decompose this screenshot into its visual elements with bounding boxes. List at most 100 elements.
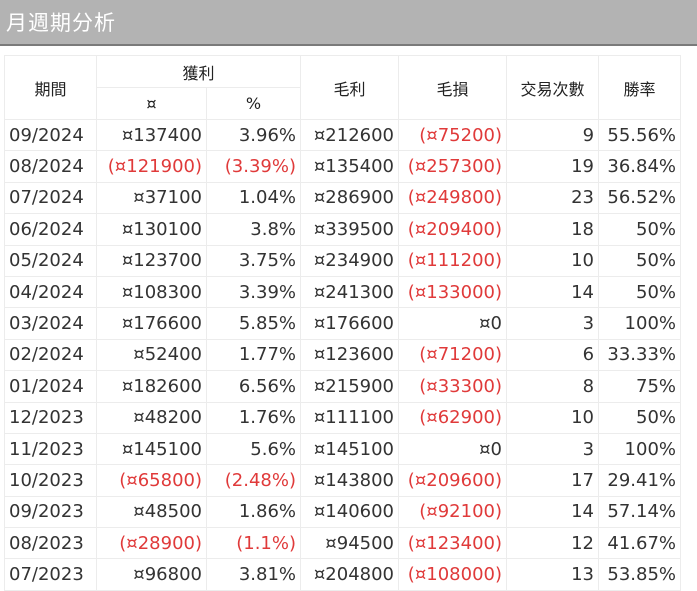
profit-pct-cell: 3.75%: [205, 244, 302, 277]
gross-profit-cell: ¤234900: [300, 244, 400, 277]
period-cell: 09/2023: [4, 495, 97, 529]
trades-cell: 17: [506, 464, 600, 497]
win-rate-cell: 57.14%: [598, 495, 682, 529]
gross-loss-cell: ¤0: [398, 432, 508, 466]
table-row: 02/2024 ¤52400 1.77% ¤123600 (¤71200) 6 33.33%: [4, 338, 682, 372]
table-row: 08/2024 (¤121900) (3.39%) ¤135400 (¤257300) 1…: [4, 150, 682, 183]
trades-cell: 8: [506, 370, 600, 403]
gross-loss-cell: (¤111200): [398, 244, 508, 277]
period-cell: 07/2024: [4, 181, 97, 215]
profit-pct-cell: (2.48%): [205, 464, 302, 497]
table-row: 04/2024 ¤108300 3.39% ¤241300 (¤133000) 14 50%: [4, 275, 682, 309]
header-period[interactable]: 期間: [4, 55, 97, 120]
profit-pct-cell: 3.81%: [205, 558, 302, 591]
period-cell: 11/2023: [4, 432, 97, 466]
profit-pct-cell: 3.8%: [205, 213, 302, 246]
profit-cell: ¤182600: [96, 370, 207, 403]
header-trades[interactable]: 交易次數: [506, 55, 600, 120]
profit-cell: ¤137400: [96, 118, 207, 152]
gross-profit-cell: ¤241300: [300, 275, 400, 309]
header-win-rate[interactable]: 勝率: [598, 55, 682, 120]
profit-cell: ¤52400: [96, 338, 207, 372]
table-row: 12/2023 ¤48200 1.76% ¤111100 (¤62900) 10 50%: [4, 401, 682, 434]
gross-profit-cell: ¤204800: [300, 558, 400, 591]
gross-loss-cell: (¤209600): [398, 464, 508, 497]
period-cell: 07/2023: [4, 558, 97, 591]
title-bar: 月週期分析: [0, 0, 697, 46]
trades-cell: 3: [506, 432, 600, 466]
profit-cell: (¤121900): [96, 150, 207, 183]
table-row: 06/2024 ¤130100 3.8% ¤339500 (¤209400) 18 50%: [4, 213, 682, 246]
table-row: 03/2024 ¤176600 5.85% ¤176600 ¤0 3 100%: [4, 307, 682, 340]
gross-profit-cell: ¤94500: [300, 527, 400, 560]
header-gross-loss[interactable]: 毛損: [398, 55, 508, 120]
gross-loss-cell: (¤108000): [398, 558, 508, 591]
period-cell: 04/2024: [4, 275, 97, 309]
header-profit: 獲利: [95, 55, 302, 88]
table-row: 11/2023 ¤145100 5.6% ¤145100 ¤0 3 100%: [4, 432, 682, 466]
win-rate-cell: 53.85%: [598, 558, 682, 591]
win-rate-cell: 50%: [598, 244, 682, 277]
profit-pct-cell: 1.76%: [205, 401, 302, 434]
trades-cell: 12: [506, 527, 600, 560]
gross-loss-cell: (¤133000): [398, 275, 508, 309]
gross-profit-cell: ¤143800: [300, 464, 400, 497]
period-cell: 03/2024: [4, 307, 97, 340]
period-cell: 01/2024: [4, 370, 97, 403]
gross-loss-cell: (¤92100): [398, 495, 508, 529]
win-rate-cell: 50%: [598, 213, 682, 246]
period-cell: 08/2024: [4, 150, 97, 183]
header-profit-pct[interactable]: %: [205, 87, 302, 120]
table-row: 05/2024 ¤123700 3.75% ¤234900 (¤111200) 10 50%: [4, 244, 682, 277]
profit-cell: ¤130100: [96, 213, 207, 246]
win-rate-cell: 55.56%: [598, 118, 682, 152]
trades-cell: 9: [506, 118, 600, 152]
win-rate-cell: 100%: [598, 307, 682, 340]
period-cell: 12/2023: [4, 401, 97, 434]
win-rate-cell: 56.52%: [598, 181, 682, 215]
profit-pct-cell: 6.56%: [205, 370, 302, 403]
gross-profit-cell: ¤212600: [300, 118, 400, 152]
trades-cell: 18: [506, 213, 600, 246]
period-cell: 10/2023: [4, 464, 97, 497]
profit-cell: (¤65800): [96, 464, 207, 497]
profit-pct-cell: 1.77%: [205, 338, 302, 372]
gross-loss-cell: (¤209400): [398, 213, 508, 246]
trades-cell: 3: [506, 307, 600, 340]
trades-cell: 10: [506, 244, 600, 277]
header-gross-profit[interactable]: 毛利: [300, 55, 400, 120]
profit-cell: ¤48500: [96, 495, 207, 529]
table-row: 07/2024 ¤37100 1.04% ¤286900 (¤249800) 23 56.5…: [4, 181, 682, 215]
table-row: 09/2023 ¤48500 1.86% ¤140600 (¤92100) 14 57.14…: [4, 495, 682, 529]
win-rate-cell: 33.33%: [598, 338, 682, 372]
gross-profit-cell: ¤145100: [300, 432, 400, 466]
gross-loss-cell: (¤71200): [398, 338, 508, 372]
gross-loss-cell: (¤257300): [398, 150, 508, 183]
win-rate-cell: 50%: [598, 275, 682, 309]
table-row: 01/2024 ¤182600 6.56% ¤215900 (¤33300) 8 75%: [4, 370, 682, 403]
win-rate-cell: 75%: [598, 370, 682, 403]
gross-loss-cell: ¤0: [398, 307, 508, 340]
profit-cell: (¤28900): [96, 527, 207, 560]
profit-cell: ¤108300: [96, 275, 207, 309]
header-profit-amount[interactable]: ¤: [96, 87, 207, 120]
period-cell: 02/2024: [4, 338, 97, 372]
win-rate-cell: 100%: [598, 432, 682, 466]
gross-profit-cell: ¤140600: [300, 495, 400, 529]
period-cell: 08/2023: [4, 527, 97, 560]
monthly-analysis-table: 期間 獲利 毛利 毛損 交易次數 勝率 ¤ % 09/2024 ¤137400 3.…: [4, 55, 682, 591]
gross-profit-cell: ¤111100: [300, 401, 400, 434]
profit-pct-cell: 5.85%: [205, 307, 302, 340]
gross-profit-cell: ¤339500: [300, 213, 400, 246]
table-row: 08/2023 (¤28900) (1.1%) ¤94500 (¤123400) 12 41…: [4, 527, 682, 560]
table-row: 07/2023 ¤96800 3.81% ¤204800 (¤108000) 13 53.8…: [4, 558, 682, 591]
profit-cell: ¤176600: [96, 307, 207, 340]
trades-cell: 6: [506, 338, 600, 372]
profit-cell: ¤37100: [96, 181, 207, 215]
gross-loss-cell: (¤123400): [398, 527, 508, 560]
win-rate-cell: 29.41%: [598, 464, 682, 497]
period-cell: 05/2024: [4, 244, 97, 277]
profit-pct-cell: 3.39%: [205, 275, 302, 309]
gross-profit-cell: ¤123600: [300, 338, 400, 372]
gross-profit-cell: ¤215900: [300, 370, 400, 403]
